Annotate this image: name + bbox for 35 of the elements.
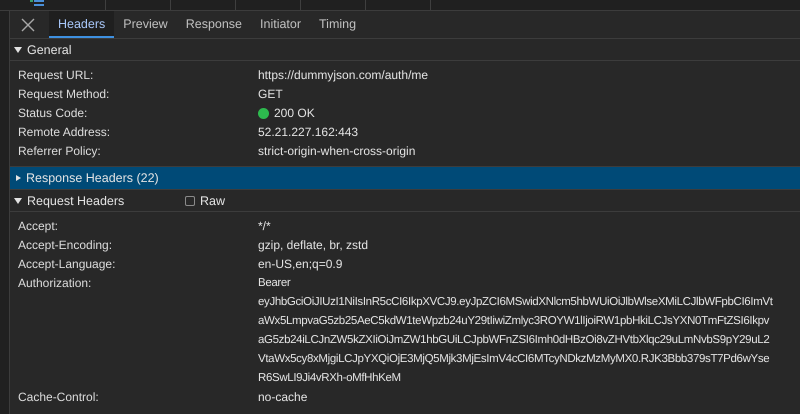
- header-name: Request URL:: [18, 67, 94, 84]
- tab[interactable]: Preview: [114, 11, 177, 38]
- header-value: en-US,en;q=0.9: [258, 256, 342, 273]
- list-icon: [30, 0, 44, 8]
- tab[interactable]: Timing: [310, 11, 366, 38]
- header-value: 200 OK: [274, 105, 315, 122]
- header-value: VtaWx5cy8xMjgiLCJpYXQiOjE3MjQ5Mjk3MjEsImV4cCI6MTcyNDkzMzMyMX0.RJK3Bbb379sT7Pd6wYse: [258, 352, 770, 367]
- header-name: Status Code:: [18, 105, 88, 122]
- header-value: Bearer: [258, 276, 290, 291]
- header-value: eyJhbGciOiJIUzI1NiIsInR5cCI6IkpXVCJ9.eyJpZCI6MSwidXNlcm5hbWUiOiJlbWlseXMiLCJlbWFpbCI6ImVt: [258, 295, 773, 310]
- header-name: Referrer Policy:: [18, 143, 102, 160]
- header-name: Accept-Encoding:: [18, 237, 114, 254]
- header-value: */*: [258, 218, 271, 235]
- header-name: Authorization:: [18, 275, 92, 292]
- header-value: https://dummyjson.com/auth/me: [258, 67, 428, 84]
- header-name: Cache-Control:: [18, 389, 100, 406]
- tab[interactable]: Initiator: [251, 11, 310, 38]
- header-value: R6SwLI9Ji4vRXh-oMfHhKeM: [258, 371, 401, 386]
- section-toggle[interactable]: Request Headers: [10, 190, 185, 211]
- raw-checkbox[interactable]: Raw: [185, 194, 226, 208]
- header-name: Accept-Language:: [18, 256, 116, 273]
- tab[interactable]: Response: [176, 11, 252, 38]
- header-name: Request Method:: [18, 86, 110, 103]
- header-value: no-cache: [258, 389, 308, 406]
- header-value: gzip, deflate, br, zstd: [258, 237, 368, 254]
- header-name: Remote Address:: [18, 124, 112, 141]
- header-name: Accept:: [18, 218, 60, 235]
- header-value: GET: [258, 86, 283, 103]
- tab[interactable]: Headers: [49, 11, 114, 38]
- header-value: strict-origin-when-cross-origin: [258, 143, 416, 160]
- header-value: aWx5LmpvaG5zb25AeC5kdW1teWpzb24uY29tIiwiZmlyc3ROYW1lIjoiRW1pbHkiLCJsYXN0TmFtZSI6Ikpv: [258, 314, 770, 329]
- section-toggle[interactable]: General: [10, 39, 185, 60]
- header-value: aG5zb24iLCJnZW5kZXIiOiJmZW1hbGUiLCJpbWFnZSI6Imh0dHBzOi8vZHVtbXlqc29uLmNvbS9pY29uL2: [258, 333, 770, 348]
- header-value: 52.21.227.162:443: [258, 124, 358, 141]
- close-icon: [21, 18, 35, 32]
